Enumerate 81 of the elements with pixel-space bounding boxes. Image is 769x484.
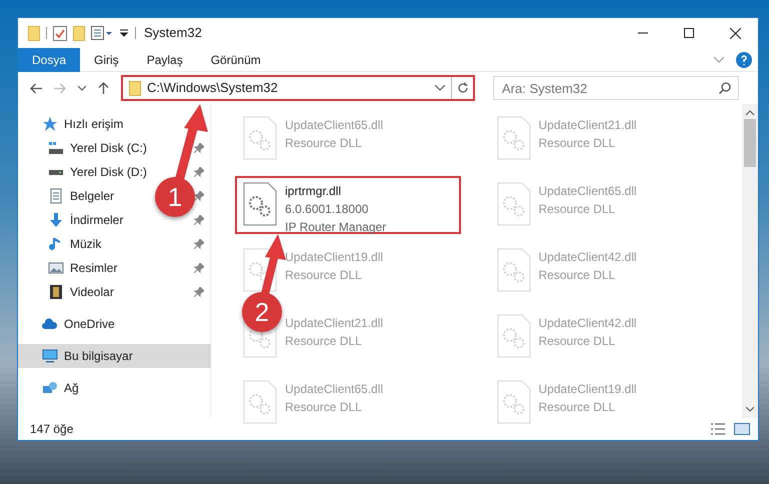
scrollbar-thumb[interactable] <box>744 119 756 167</box>
nav-item[interactable]: Ağ <box>18 376 158 400</box>
nav-item[interactable]: Hızlı erişim <box>18 112 158 136</box>
pin-icon[interactable] <box>194 167 204 177</box>
file-detail: Resource DLL <box>285 399 363 416</box>
pin-icon[interactable] <box>194 143 204 153</box>
settings-file-icon <box>243 116 277 160</box>
settings-file-icon <box>496 248 530 292</box>
chevron-down-icon[interactable] <box>746 407 754 412</box>
properties-icon[interactable] <box>91 26 113 40</box>
nav-item[interactable]: İndirmeler <box>70 211 124 229</box>
search-icon[interactable] <box>719 82 731 94</box>
settings-file-icon <box>496 116 530 160</box>
settings-file-icon <box>243 182 277 226</box>
pin-icon[interactable] <box>194 191 204 201</box>
film-icon <box>48 284 64 300</box>
nav-item[interactable]: Yerel Disk (D:) <box>70 163 147 181</box>
dropdown-icon[interactable] <box>119 28 129 38</box>
file-detail: Resource DLL <box>538 201 616 218</box>
nav-item[interactable]: OneDrive <box>18 312 158 336</box>
details-view-icon[interactable] <box>710 423 726 435</box>
address-path: C:\Windows\System32 <box>147 79 279 98</box>
ribbon-tab[interactable]: Dosya <box>18 48 80 72</box>
picture-icon <box>48 260 64 276</box>
nav-item[interactable]: Bu bilgisayar <box>18 344 211 368</box>
download-icon <box>48 212 64 228</box>
nav-item[interactable]: Müzik <box>70 235 102 253</box>
file-detail: Resource DLL <box>285 135 363 152</box>
nav-item[interactable]: Belgeler <box>70 187 114 205</box>
file-name: iprtrmgr.dll <box>285 183 342 200</box>
pin-icon[interactable] <box>194 215 204 225</box>
checklist-icon[interactable] <box>53 26 67 40</box>
item-count: 147 öğe <box>30 421 74 438</box>
file-detail: Resource DLL <box>538 399 616 416</box>
pin-icon[interactable] <box>194 263 204 273</box>
window-title: System32 <box>144 24 203 42</box>
star-icon <box>42 116 58 132</box>
ribbon-tab[interactable]: Paylaş <box>132 48 197 72</box>
drive-icon <box>48 140 64 156</box>
back-arrow-icon[interactable] <box>30 82 42 94</box>
chevron-up-icon[interactable] <box>746 110 754 115</box>
chevron-down-icon[interactable] <box>435 85 445 91</box>
computer-icon <box>42 348 58 364</box>
file-detail: Resource DLL <box>538 267 616 284</box>
settings-file-icon <box>243 380 277 424</box>
settings-file-icon <box>496 380 530 424</box>
file-detail: 6.0.6001.18000 <box>285 201 370 218</box>
network-icon <box>42 380 58 396</box>
folder-icon <box>129 80 141 96</box>
file-detail: IP Router Manager <box>285 219 386 236</box>
scrollbar[interactable] <box>742 104 758 418</box>
pin-icon[interactable] <box>194 239 204 249</box>
settings-file-icon <box>243 248 277 292</box>
ribbon-tab[interactable]: Giriş <box>80 48 133 72</box>
cloud-icon <box>42 316 58 332</box>
settings-file-icon <box>496 314 530 358</box>
settings-file-icon <box>496 182 530 226</box>
maximize-icon <box>684 28 694 38</box>
ribbon-tab[interactable]: Görünüm <box>196 48 275 72</box>
up-arrow-icon[interactable] <box>98 82 109 94</box>
close-icon <box>730 28 740 38</box>
address-bar[interactable]: C:\Windows\System32 <box>121 75 475 101</box>
file-detail: Resource DLL <box>538 135 616 152</box>
document-icon <box>48 188 64 204</box>
search-field[interactable]: Ara: System32 <box>493 76 739 100</box>
drive-icon <box>48 168 64 176</box>
refresh-icon <box>456 82 468 94</box>
file-detail: Resource DLL <box>285 267 363 284</box>
file-detail: Resource DLL <box>285 333 363 350</box>
chevron-down-icon[interactable] <box>78 86 86 90</box>
tiles-view-icon[interactable] <box>734 423 750 435</box>
nav-item[interactable]: Yerel Disk (C:) <box>70 139 147 157</box>
file-tile[interactable]: iprtrmgr.dll 6.0.6001.18000 IP Router Manager <box>235 176 461 234</box>
folder-icon <box>28 26 40 40</box>
help-icon[interactable] <box>736 52 752 68</box>
minimize-icon <box>638 32 648 34</box>
nav-item[interactable]: Resimler <box>70 259 118 277</box>
new-folder-icon <box>73 26 85 40</box>
file-detail: Resource DLL <box>538 333 616 350</box>
pin-icon[interactable] <box>194 287 204 297</box>
nav-item[interactable]: Videolar <box>70 283 114 301</box>
